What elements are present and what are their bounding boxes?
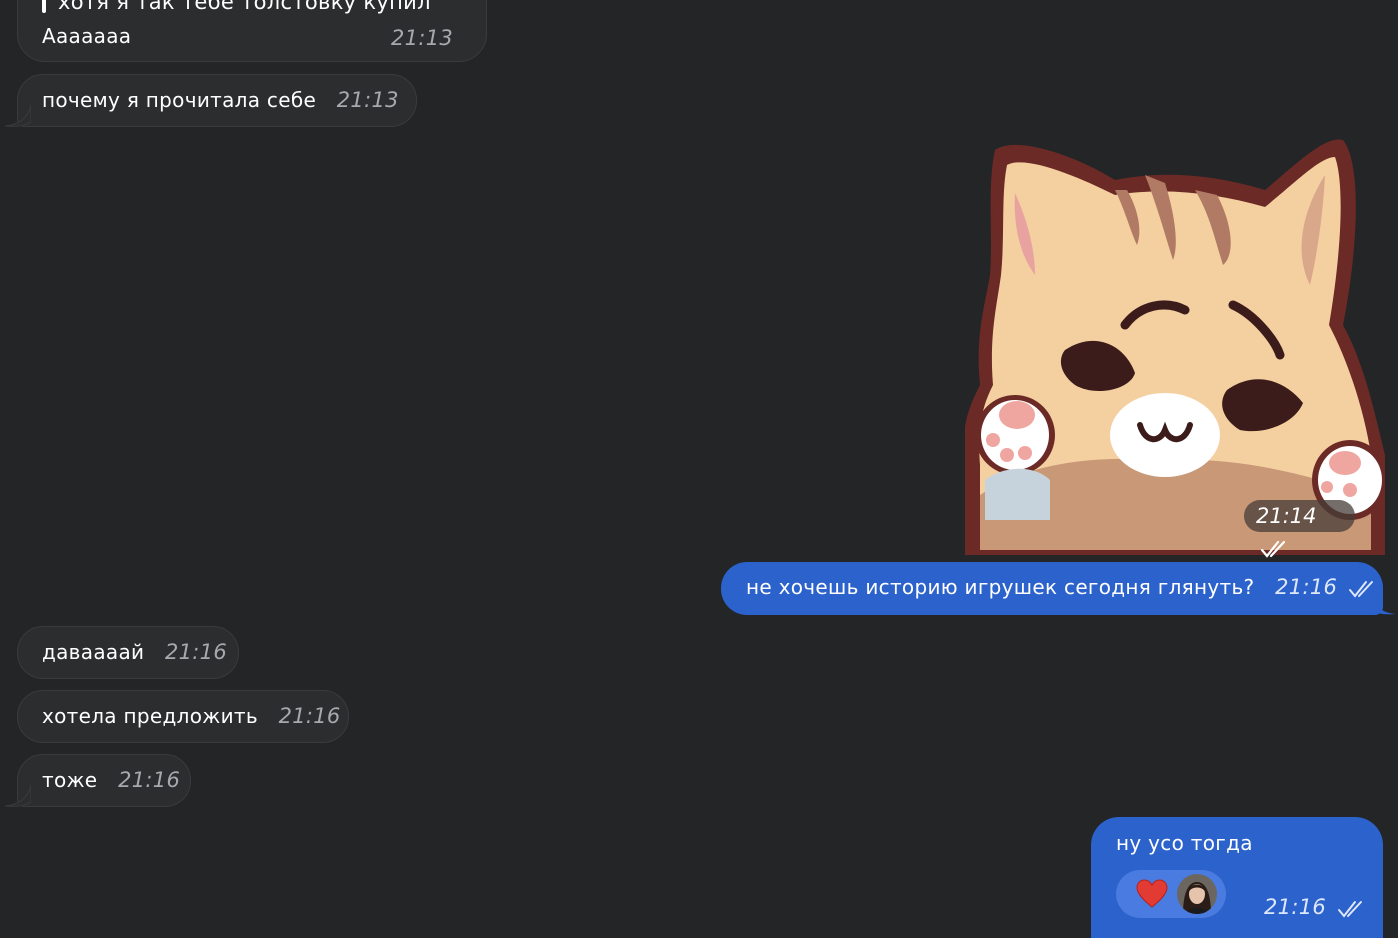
- message-text: тоже: [42, 768, 98, 792]
- message-meta: 21:16: [1264, 895, 1369, 919]
- message-text: не хочешь историю игрушек сегодня глянут…: [746, 575, 1255, 599]
- message-incoming[interactable]: даваааай 21:16: [17, 626, 239, 679]
- sticker-time-badge: 21:14: [1244, 500, 1355, 558]
- double-check-icon: [1260, 540, 1286, 558]
- message-incoming[interactable]: тоже 21:16: [17, 754, 191, 807]
- message-time: 21:13: [391, 26, 454, 50]
- message-time: 21:16: [278, 704, 341, 728]
- message-time: 21:16: [1264, 895, 1327, 919]
- message-time: 21:14: [1256, 504, 1317, 528]
- message-text: Ааааааа: [42, 24, 132, 48]
- message-incoming[interactable]: хотела предложить 21:16: [17, 690, 349, 743]
- user-avatar[interactable]: [1177, 874, 1217, 914]
- chat-area: хотя я так тебе толстовку купил Ааааааа …: [0, 0, 1398, 938]
- double-check-icon: [1337, 900, 1362, 918]
- message-time: 21:16: [1275, 575, 1338, 599]
- heart-reaction-icon[interactable]: [1136, 879, 1168, 909]
- message-text: даваааай: [42, 640, 145, 664]
- bubble-tail: [5, 105, 31, 127]
- reaction-pill[interactable]: [1116, 870, 1226, 918]
- reply-quote-bar: [42, 0, 46, 13]
- message-outgoing[interactable]: не хочешь историю игрушек сегодня глянут…: [721, 562, 1383, 615]
- cat-sticker[interactable]: [965, 135, 1385, 555]
- message-time: 21:16: [164, 640, 227, 664]
- bubble-tail: [5, 785, 31, 807]
- message-time: 21:13: [336, 88, 399, 112]
- message-incoming[interactable]: хотя я так тебе толстовку купил Ааааааа …: [17, 0, 487, 62]
- message-text: ну усо тогда: [1116, 831, 1253, 855]
- message-text: хотела предложить: [42, 704, 258, 728]
- reply-quote-text[interactable]: хотя я так тебе толстовку купил: [58, 0, 431, 14]
- bubble-tail: [1370, 593, 1396, 615]
- message-time: 21:16: [118, 768, 181, 792]
- message-text: почему я прочитала себе: [42, 88, 317, 112]
- message-incoming[interactable]: почему я прочитала себе 21:13: [17, 74, 417, 127]
